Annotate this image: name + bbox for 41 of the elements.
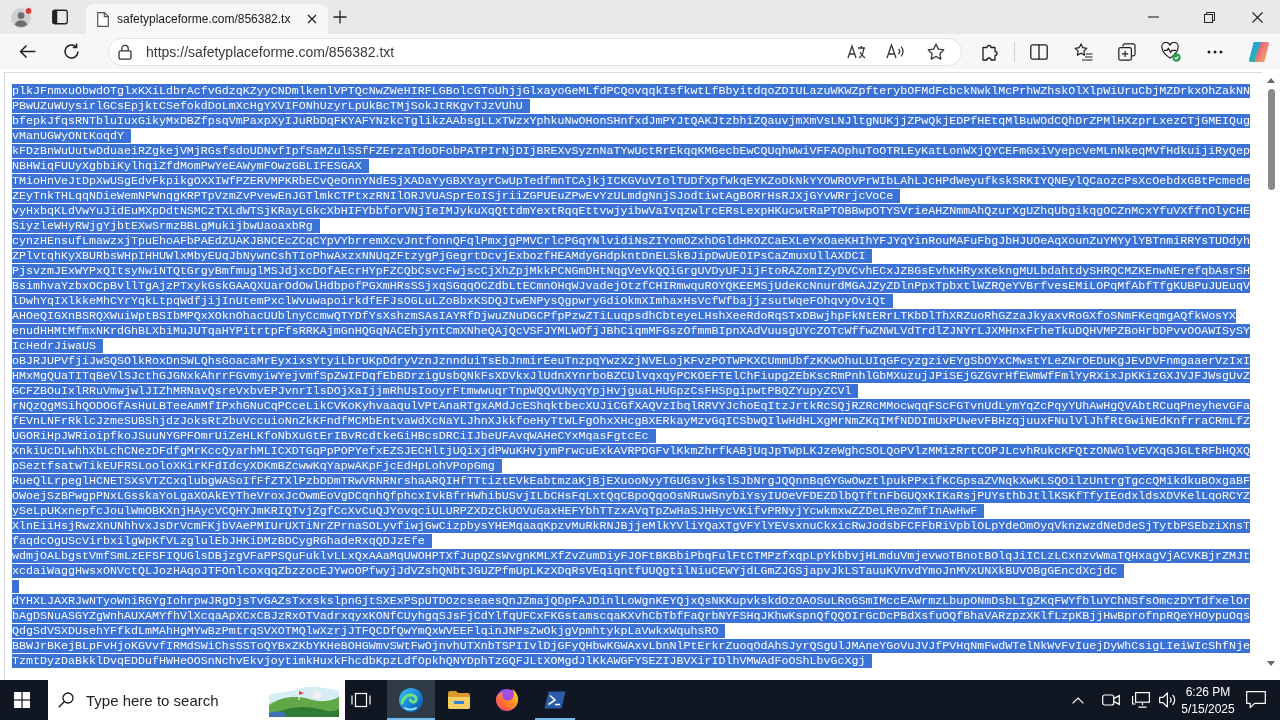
translate-icon[interactable] xyxy=(847,43,866,60)
folder-icon xyxy=(447,690,471,710)
globe-icon xyxy=(495,688,519,712)
puzzle-icon[interactable] xyxy=(981,42,999,61)
volume-icon[interactable] xyxy=(1159,692,1177,708)
lock-icon[interactable] xyxy=(118,43,132,60)
document-icon xyxy=(97,11,109,27)
profile-avatar-icon[interactable] xyxy=(11,6,33,28)
notification-icon[interactable] xyxy=(1246,691,1266,709)
close-icon[interactable] xyxy=(307,14,317,24)
network-icon[interactable] xyxy=(1132,692,1150,708)
taskbar-button[interactable] xyxy=(387,680,435,720)
more-icon[interactable] xyxy=(1207,49,1223,54)
close-icon[interactable] xyxy=(1251,11,1263,23)
scroll-up-icon[interactable] xyxy=(1267,78,1275,83)
split-screen-icon[interactable] xyxy=(1030,43,1048,60)
swirl-icon xyxy=(399,688,423,712)
plus-icon[interactable] xyxy=(333,10,347,24)
ribbon-icon[interactable] xyxy=(1248,40,1270,63)
terminal-icon xyxy=(544,691,566,709)
favorites-icon[interactable] xyxy=(1073,42,1093,61)
tab-actions-icon[interactable] xyxy=(52,9,68,25)
clock-date[interactable]: 5/15/2025 xyxy=(1181,701,1235,716)
back-arrow-icon[interactable] xyxy=(18,44,36,59)
refresh-icon[interactable] xyxy=(62,43,80,60)
minimize-icon[interactable] xyxy=(1147,16,1159,18)
camera-icon[interactable] xyxy=(1102,693,1120,707)
collections-icon[interactable] xyxy=(1118,42,1136,61)
search-icon xyxy=(58,692,74,708)
address-field[interactable]: https://safetyplaceforme.com/856382.txt xyxy=(108,37,962,66)
scrollbar-thumb[interactable] xyxy=(1267,89,1275,190)
task-view-icon[interactable] xyxy=(351,692,371,708)
restore-icon[interactable] xyxy=(1203,11,1215,23)
scroll-down-icon[interactable] xyxy=(1267,661,1275,666)
chevron-up-icon[interactable] xyxy=(1072,696,1084,704)
clock-time[interactable]: 6:26 PM xyxy=(1185,684,1231,699)
read-aloud-icon[interactable] xyxy=(886,43,905,60)
windows-logo-icon[interactable] xyxy=(14,692,30,708)
heart-icon[interactable] xyxy=(1161,41,1181,62)
browser-tab[interactable]: safetyplaceforme.com/856382.tx xyxy=(86,4,328,34)
star-icon[interactable] xyxy=(927,42,945,61)
